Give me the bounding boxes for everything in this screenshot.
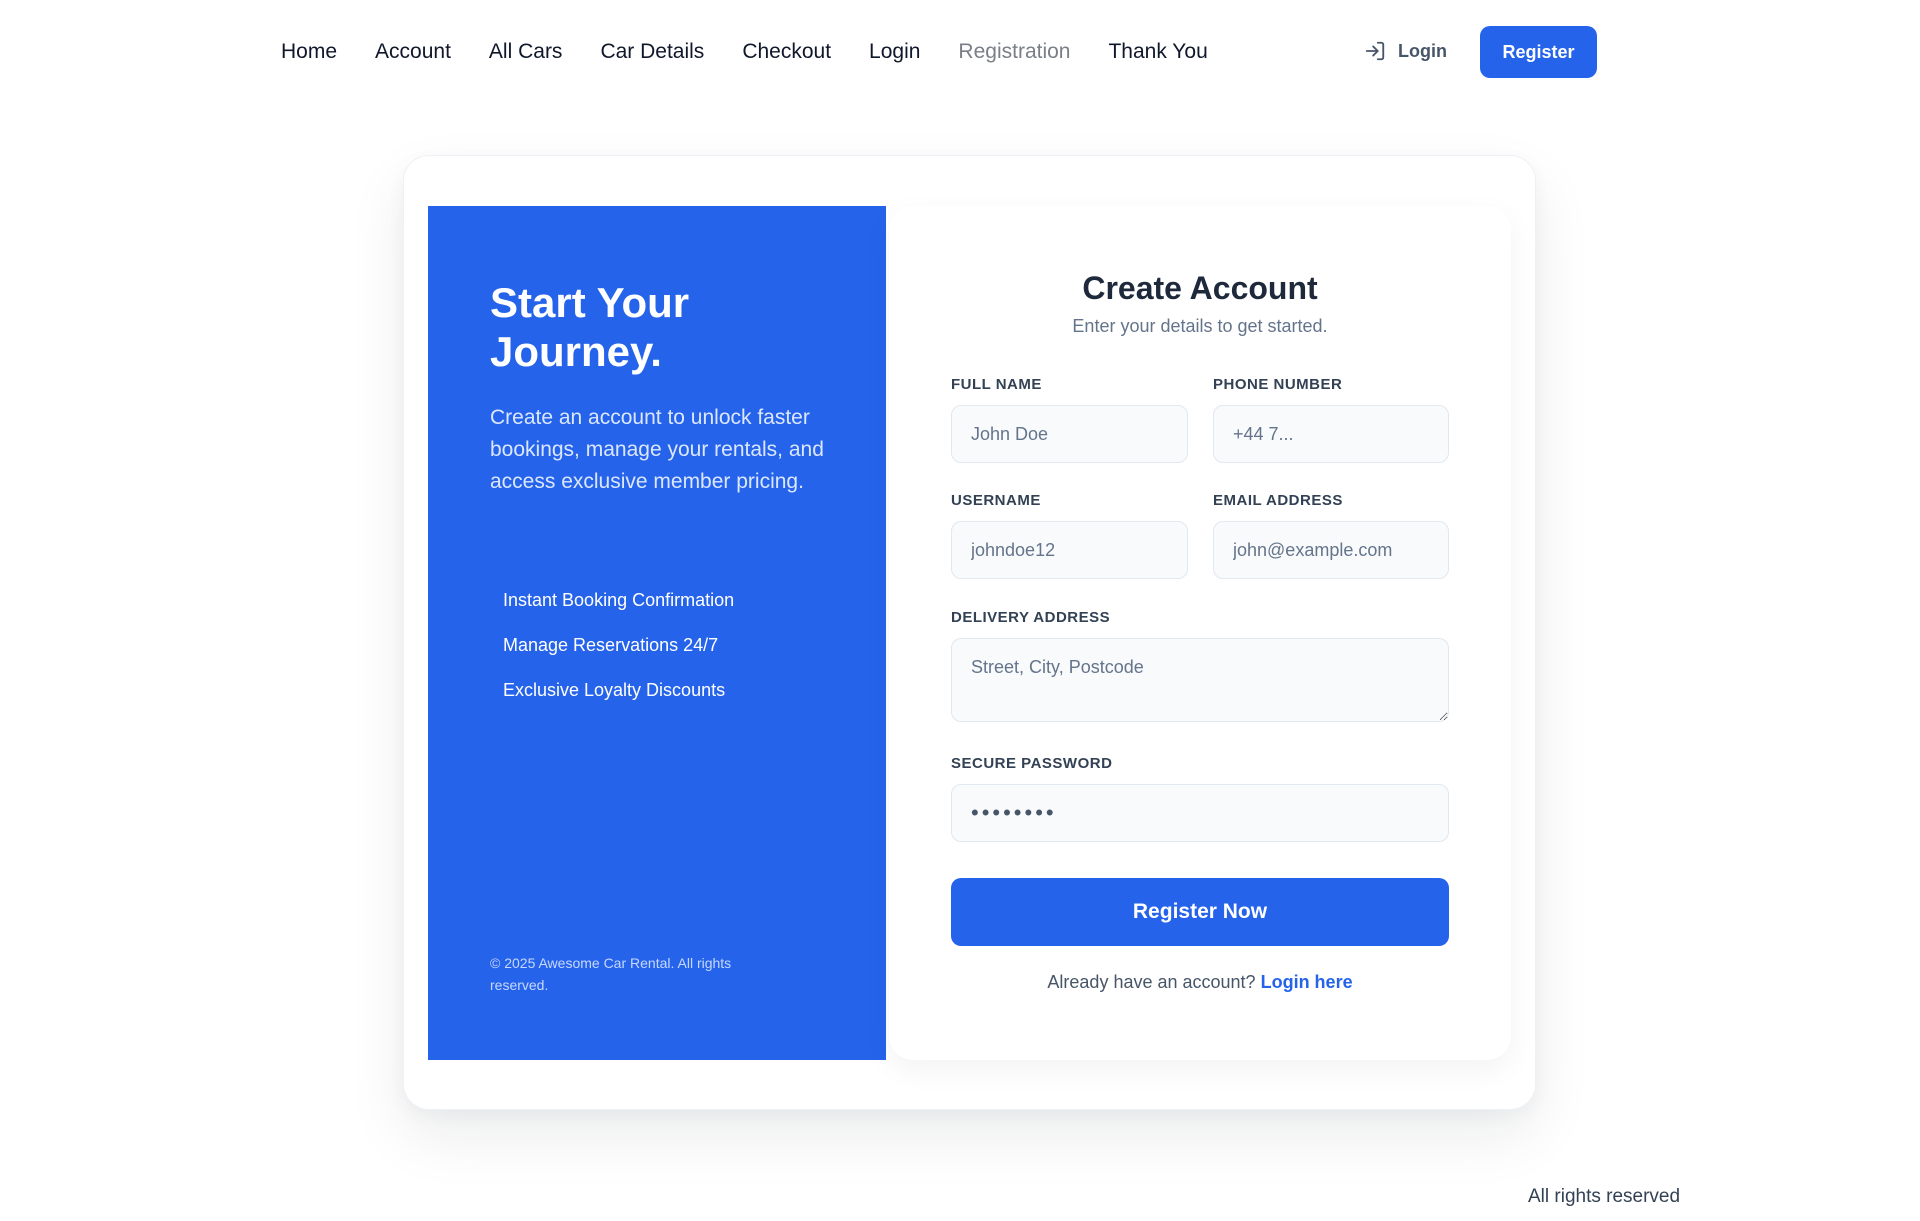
email-address-label: EMAIL ADDRESS	[1213, 492, 1343, 509]
promo-copyright: © 2025 Awesome Car Rental. All rights re…	[490, 955, 732, 993]
login-prompt-text: Already have an account?	[1047, 972, 1256, 992]
full-name-input[interactable]	[951, 405, 1188, 463]
secure-password-input[interactable]	[951, 784, 1449, 842]
nav-link-all-cars[interactable]: All Cars	[489, 38, 563, 66]
nav-login-label: Login	[1398, 40, 1447, 61]
feature-list: Instant Booking Confirmation Manage Rese…	[503, 588, 734, 723]
nav-link-login[interactable]: Login	[869, 38, 920, 66]
feature-item: Instant Booking Confirmation	[503, 590, 735, 610]
top-navigation: Home Account All Cars Car Details Checko…	[0, 0, 1920, 104]
nav-register-button[interactable]: Register	[1480, 26, 1597, 78]
delivery-address-label: DELIVERY ADDRESS	[951, 609, 1111, 626]
nav-link-thank-you[interactable]: Thank You	[1108, 38, 1207, 66]
nav-link-registration[interactable]: Registration	[958, 38, 1070, 66]
feature-item: Exclusive Loyalty Discounts	[503, 680, 726, 700]
phone-number-label: PHONE NUMBER	[1213, 376, 1343, 393]
email-address-input[interactable]	[1213, 521, 1449, 579]
page-footer: All rights reserved	[1528, 1186, 1681, 1207]
phone-number-input[interactable]	[1213, 405, 1449, 463]
promo-panel: Start Your Journey. Create an account to…	[428, 206, 886, 1060]
login-prompt: Already have an account? Login here	[889, 972, 1511, 993]
nav-link-car-details[interactable]: Car Details	[600, 38, 704, 66]
form-subtitle: Enter your details to get started.	[1072, 316, 1328, 336]
login-arrow-icon	[1364, 40, 1386, 62]
promo-description: Create an account to unlock faster booki…	[490, 406, 824, 493]
secure-password-label: SECURE PASSWORD	[951, 755, 1113, 772]
promo-title: Start Your Journey.	[490, 279, 690, 375]
register-now-button[interactable]: Register Now	[951, 878, 1449, 946]
nav-link-checkout[interactable]: Checkout	[742, 38, 831, 66]
form-title: Create Account	[1082, 270, 1318, 306]
nav-link-home[interactable]: Home	[281, 38, 337, 66]
feature-item: Manage Reservations 24/7	[503, 635, 719, 655]
nav-link-account[interactable]: Account	[375, 38, 451, 66]
full-name-label: FULL NAME	[951, 376, 1042, 393]
delivery-address-textarea[interactable]	[951, 638, 1449, 722]
nav-login-button[interactable]: Login	[1364, 40, 1447, 62]
form-panel: Create Account Enter your details to get…	[889, 206, 1511, 1060]
username-input[interactable]	[951, 521, 1188, 579]
login-here-link[interactable]: Login here	[1261, 972, 1353, 992]
username-label: USERNAME	[951, 492, 1041, 509]
nav-links: Home Account All Cars Car Details Checko…	[281, 38, 1246, 66]
